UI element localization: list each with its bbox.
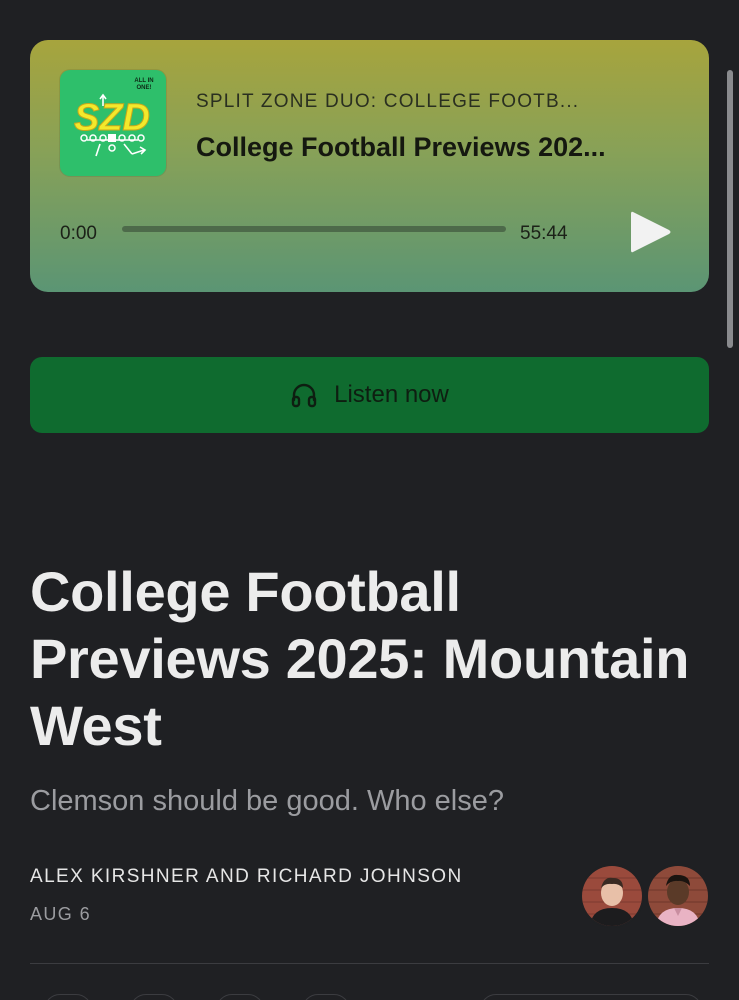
audio-player-card: ALL IN ONE! SZD SPLIT ZONE DUO: COLLEGE … bbox=[30, 40, 709, 292]
current-time: 0:00 bbox=[60, 223, 97, 244]
scrollbar[interactable] bbox=[727, 70, 733, 348]
listen-now-label: Listen now bbox=[334, 381, 449, 408]
restack-button[interactable] bbox=[216, 994, 264, 1000]
like-button[interactable] bbox=[44, 994, 92, 1000]
podcast-show-name[interactable]: SPLIT ZONE DUO: COLLEGE FOOTB... bbox=[196, 91, 579, 113]
comment-button[interactable] bbox=[130, 994, 178, 1000]
header-divider bbox=[30, 963, 709, 964]
headphones-icon bbox=[291, 383, 317, 408]
article-date: AUG 6 bbox=[30, 904, 92, 924]
article-title: College Football Previews 2025: Mountain… bbox=[30, 560, 690, 757]
share-button[interactable] bbox=[302, 994, 350, 1000]
article-authors[interactable]: ALEX KIRSHNER AND RICHARD JOHNSON bbox=[30, 866, 463, 888]
progress-slider[interactable] bbox=[122, 226, 506, 232]
svg-text:SZD: SZD bbox=[74, 97, 150, 139]
play-icon bbox=[631, 211, 671, 253]
author-avatar-alex[interactable] bbox=[580, 864, 644, 928]
listen-now-button[interactable]: Listen now bbox=[30, 357, 709, 433]
podcast-cover-art[interactable]: ALL IN ONE! SZD bbox=[60, 70, 166, 176]
share-pill-button[interactable] bbox=[480, 994, 702, 1000]
episode-title[interactable]: College Football Previews 202... bbox=[196, 132, 606, 163]
total-duration: 55:44 bbox=[520, 223, 568, 244]
play-button[interactable] bbox=[626, 208, 674, 256]
article-subtitle: Clemson should be good. Who else? bbox=[30, 785, 504, 817]
author-avatar-richard[interactable] bbox=[646, 864, 710, 928]
post-page: ALL IN ONE! SZD SPLIT ZONE DUO: COLLEGE … bbox=[0, 0, 739, 1000]
svg-text:ALL IN: ALL IN bbox=[134, 78, 153, 84]
svg-text:ONE!: ONE! bbox=[137, 85, 152, 91]
